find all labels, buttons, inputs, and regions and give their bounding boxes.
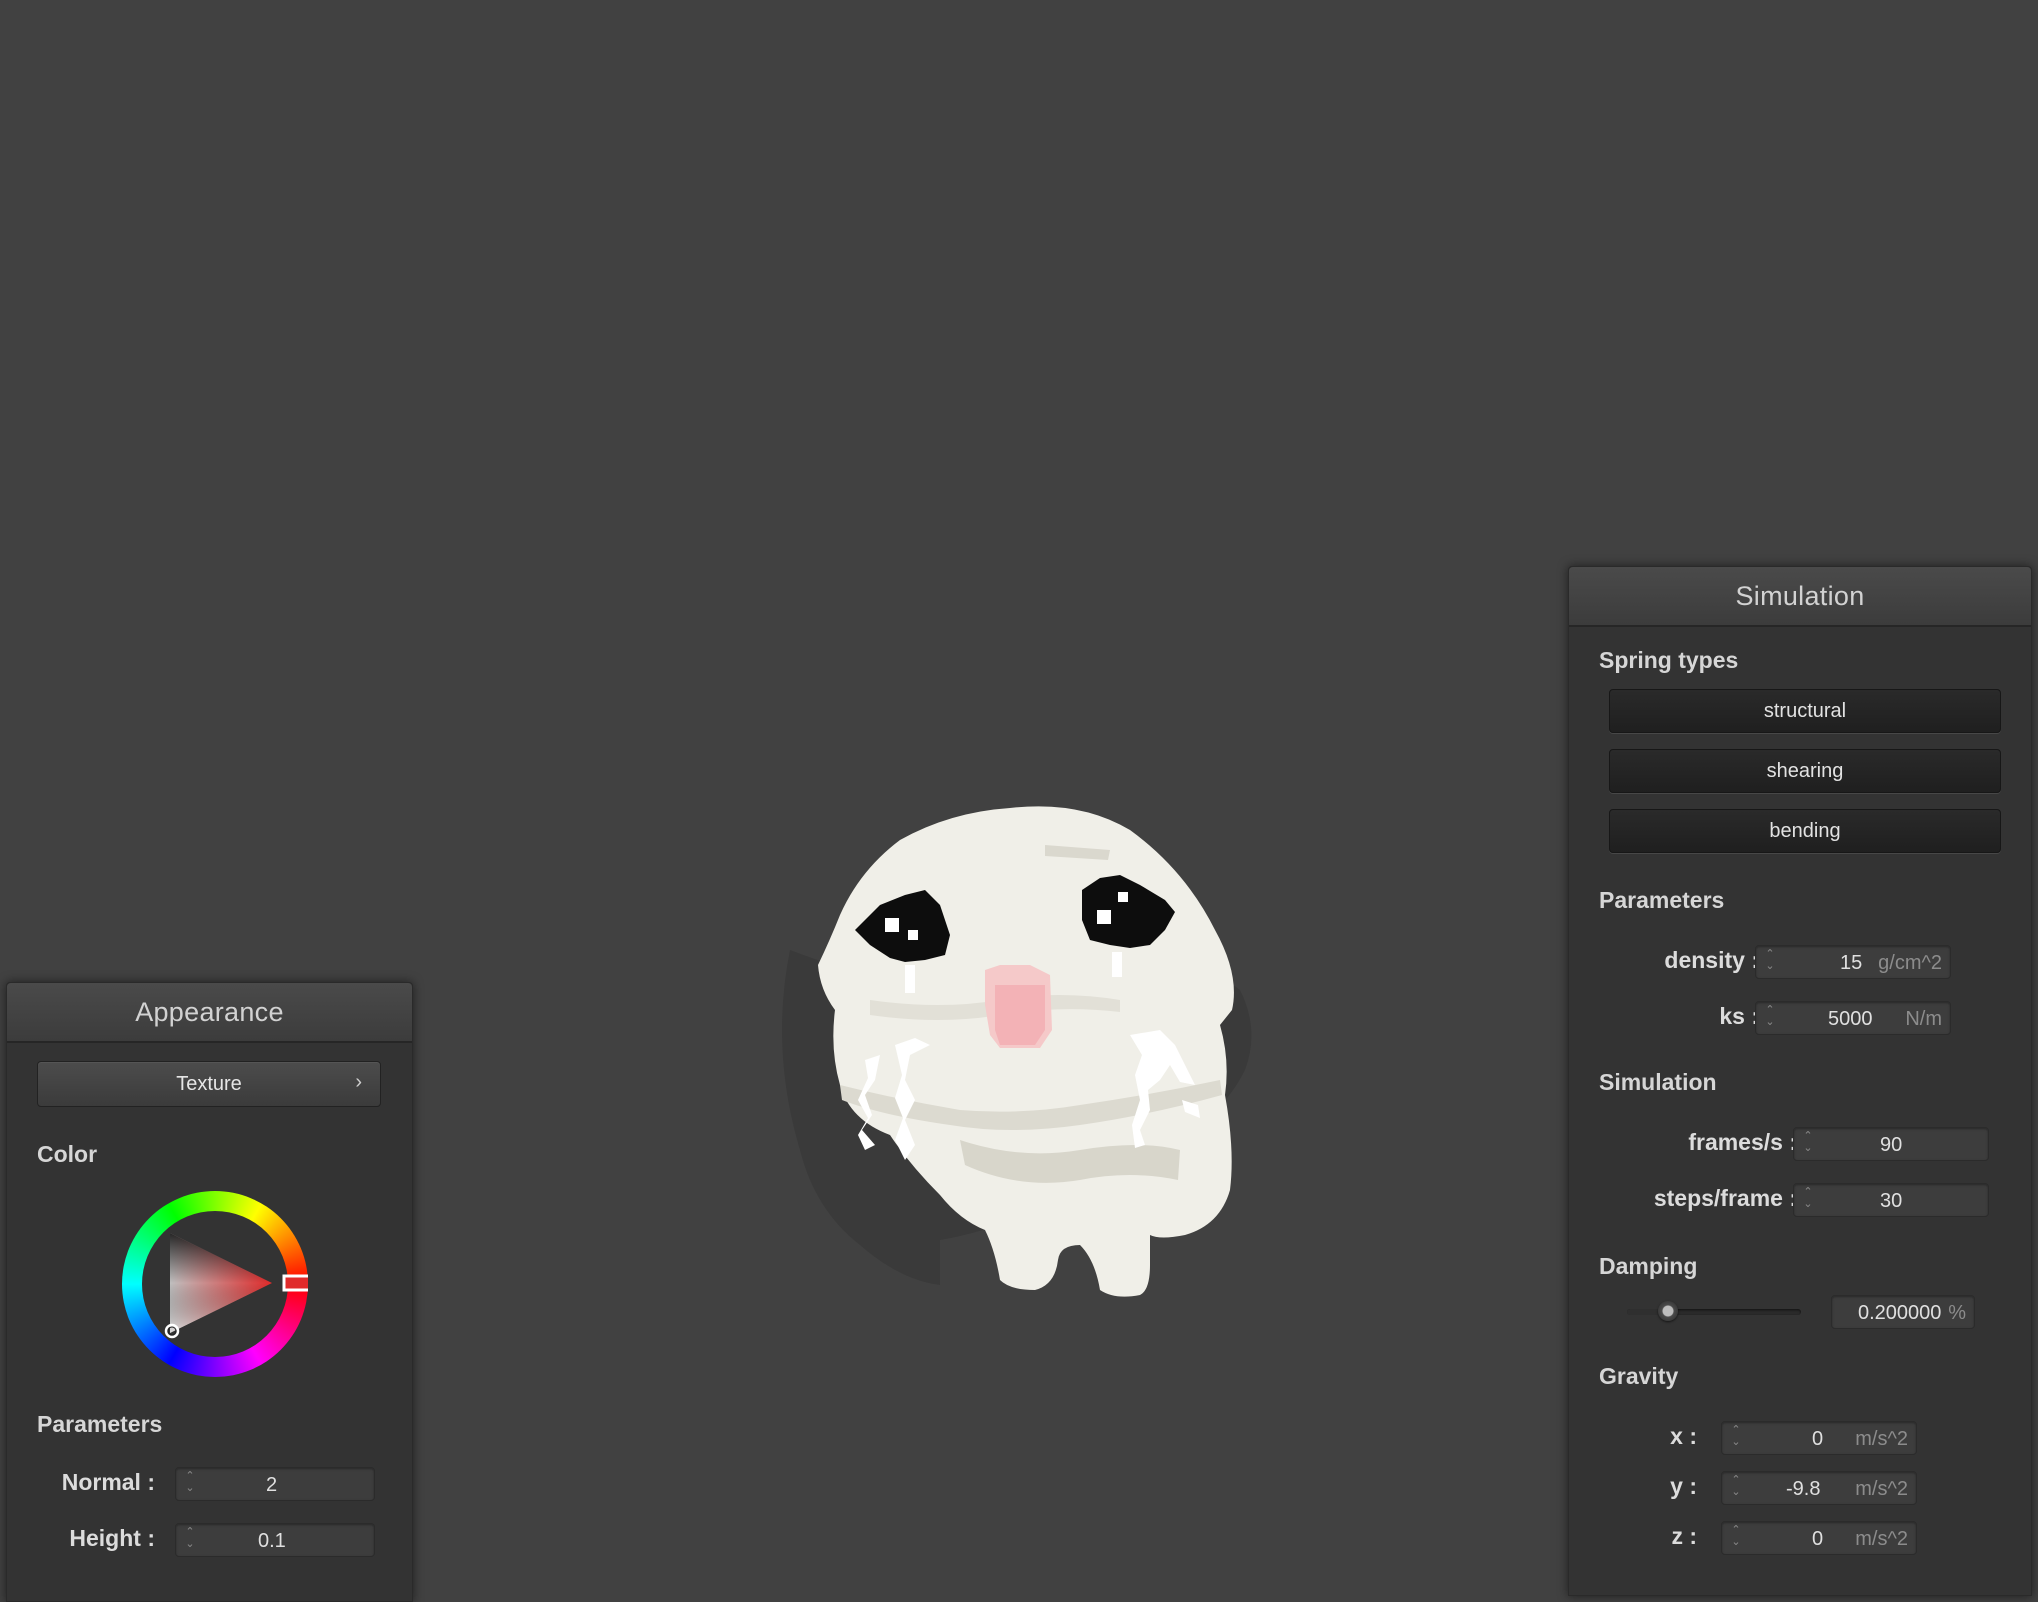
gravity-y-spinbox[interactable]: ⌃ ⌄ -9.8 m/s^2 [1721, 1471, 1917, 1505]
ks-label: ks : [1719, 1003, 1759, 1029]
color-wheel-icon[interactable] [122, 1191, 308, 1377]
gravity-label: Gravity [1599, 1363, 1679, 1389]
appearance-parameters-label: Parameters [37, 1411, 163, 1437]
appearance-panel: Appearance Texture › Color Parameters No… [6, 982, 413, 1602]
texture-button[interactable]: Texture › [37, 1061, 381, 1107]
gravity-z-unit: m/s^2 [1855, 1528, 1908, 1550]
height-spinbox[interactable]: ⌃ ⌄ 0.1 [175, 1523, 375, 1557]
texture-button-label: Texture [176, 1073, 242, 1095]
fps-value: 90 [1880, 1134, 1903, 1156]
density-value: 15 [1840, 952, 1863, 974]
color-section-label: Color [37, 1141, 98, 1167]
ks-value: 5000 [1828, 1008, 1873, 1030]
fps-label: frames/s : [1688, 1129, 1797, 1155]
gravity-x-value: 0 [1812, 1428, 1824, 1450]
spinner-arrows-icon[interactable]: ⌃ ⌄ [1762, 948, 1778, 976]
density-label: density : [1664, 947, 1759, 973]
appearance-panel-title[interactable]: Appearance [7, 983, 412, 1043]
spring-types-label: Spring types [1599, 647, 1739, 673]
gravity-y-value: -9.8 [1786, 1478, 1821, 1500]
ks-unit: N/m [1905, 1008, 1942, 1030]
simulation-panel: Simulation Spring types structural shear… [1568, 566, 2032, 1596]
gravity-x-label: x : [1670, 1423, 1697, 1449]
spinner-arrows-icon[interactable]: ⌃ ⌄ [1728, 1474, 1744, 1502]
damping-unit: % [1948, 1302, 1966, 1324]
fps-spinbox[interactable]: ⌃ ⌄ 90 [1793, 1127, 1989, 1161]
damping-slider-thumb[interactable] [1657, 1301, 1678, 1321]
simulation-panel-title[interactable]: Simulation [1569, 567, 2031, 627]
normal-label: Normal : [61, 1469, 155, 1495]
gravity-y-label: y : [1670, 1473, 1697, 1499]
spinner-arrows-icon[interactable]: ⌃ ⌄ [1728, 1524, 1744, 1552]
normal-value: 2 [266, 1474, 278, 1496]
spinner-arrows-icon[interactable]: ⌃ ⌄ [182, 1526, 198, 1554]
density-spinbox[interactable]: ⌃ ⌄ 15 g/cm^2 [1755, 945, 1951, 979]
spinner-arrows-icon[interactable]: ⌃ ⌄ [1800, 1186, 1816, 1214]
gravity-y-unit: m/s^2 [1855, 1478, 1908, 1500]
spinner-arrows-icon[interactable]: ⌃ ⌄ [1762, 1004, 1778, 1032]
bending-button[interactable]: bending [1609, 809, 2001, 853]
damping-slider[interactable] [1627, 1301, 1801, 1321]
height-label: Height : [69, 1525, 155, 1551]
gravity-z-spinbox[interactable]: ⌃ ⌄ 0 m/s^2 [1721, 1521, 1917, 1555]
gravity-z-label: z : [1671, 1523, 1697, 1549]
steps-spinbox[interactable]: ⌃ ⌄ 30 [1793, 1183, 1989, 1217]
damping-label: Damping [1599, 1253, 1698, 1279]
normal-spinbox[interactable]: ⌃ ⌄ 2 [175, 1467, 375, 1501]
ks-spinbox[interactable]: ⌃ ⌄ 5000 N/m [1755, 1001, 1951, 1035]
spinner-arrows-icon[interactable]: ⌃ ⌄ [182, 1470, 198, 1498]
chevron-right-icon: › [355, 1071, 362, 1093]
damping-value: 0.200000 [1858, 1302, 1942, 1324]
gravity-x-spinbox[interactable]: ⌃ ⌄ 0 m/s^2 [1721, 1421, 1917, 1455]
simulation-section-label: Simulation [1599, 1069, 1717, 1095]
shearing-button[interactable]: shearing [1609, 749, 2001, 793]
gravity-x-unit: m/s^2 [1855, 1428, 1908, 1450]
spinner-arrows-icon[interactable]: ⌃ ⌄ [1800, 1130, 1816, 1158]
steps-label: steps/frame : [1653, 1185, 1797, 1211]
steps-value: 30 [1880, 1190, 1903, 1212]
height-value: 0.1 [258, 1530, 286, 1552]
sim-parameters-label: Parameters [1599, 887, 1725, 913]
spinner-arrows-icon[interactable]: ⌃ ⌄ [1728, 1424, 1744, 1452]
damping-value-box[interactable]: 0.200000 % [1831, 1295, 1975, 1329]
density-unit: g/cm^2 [1878, 952, 1942, 974]
gravity-z-value: 0 [1812, 1528, 1824, 1550]
structural-button[interactable]: structural [1609, 689, 2001, 733]
